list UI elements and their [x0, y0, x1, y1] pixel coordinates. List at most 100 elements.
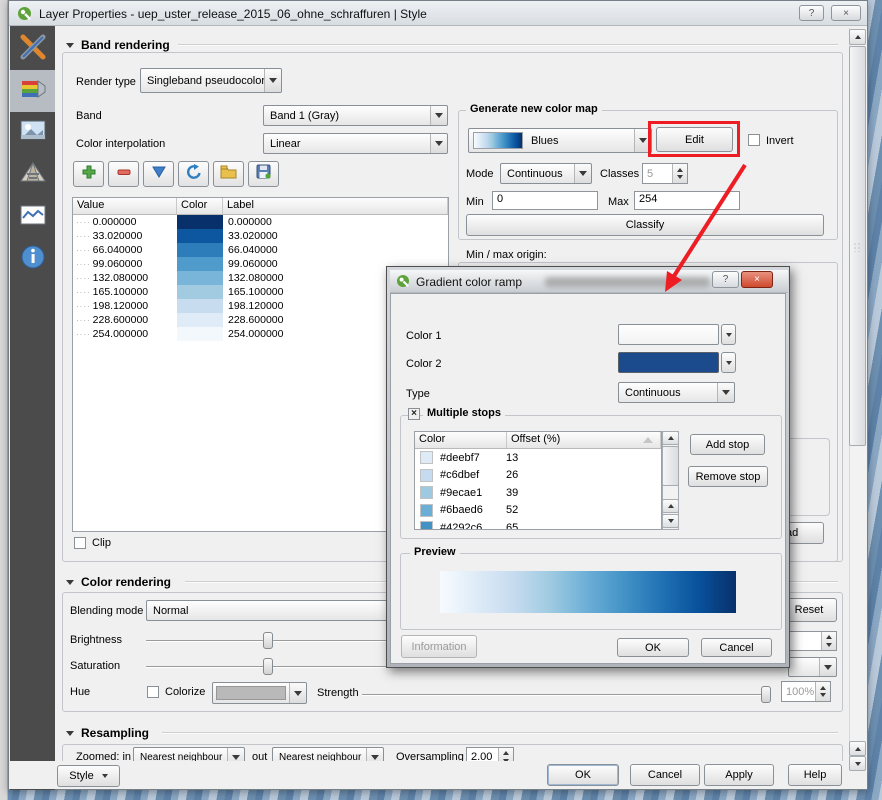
sidebar-item-style[interactable]	[10, 70, 55, 112]
color-map-row[interactable]: ····0.0000000.000000	[73, 215, 448, 229]
apply-button[interactable]: Apply	[704, 764, 774, 786]
color-swatch[interactable]	[177, 285, 223, 299]
colorize-checkbox[interactable]	[147, 686, 159, 698]
stop-row[interactable]: #c6dbef26	[415, 467, 661, 485]
cancel-button[interactable]: Cancel	[630, 764, 700, 786]
stops-table-header[interactable]: Color Offset (%)	[415, 432, 661, 449]
stop-row[interactable]: #4292c665	[415, 519, 661, 530]
scrollbar-thumb[interactable]	[849, 46, 866, 446]
spin-down-icon[interactable]	[820, 693, 826, 697]
scroll-up2-button[interactable]	[849, 741, 866, 756]
dialog-close-button[interactable]: ×	[741, 271, 773, 288]
brightness-spinner[interactable]	[788, 631, 837, 651]
stop-color-swatch[interactable]	[420, 486, 433, 499]
stop-color-swatch[interactable]	[420, 469, 433, 482]
strength-slider[interactable]	[362, 694, 770, 696]
spin-up-icon[interactable]	[820, 686, 826, 690]
add-stop-button[interactable]: Add stop	[690, 434, 765, 455]
scroll-up-button[interactable]	[849, 29, 866, 45]
type-combo[interactable]: Continuous	[618, 382, 735, 403]
add-entry-button[interactable]	[73, 161, 104, 187]
color-swatch[interactable]	[177, 271, 223, 285]
dialog-help-button[interactable]: ?	[712, 271, 739, 288]
color-map-table-header[interactable]: Value Color Label	[73, 198, 448, 215]
ok-button[interactable]: OK	[547, 764, 619, 786]
min-input[interactable]: 0	[492, 191, 598, 210]
stop-row[interactable]: #6baed652	[415, 502, 661, 520]
stop-color-swatch[interactable]	[420, 451, 433, 464]
window-help-button[interactable]: ?	[799, 5, 824, 21]
stops-scroll-thumb[interactable]	[662, 446, 679, 486]
color-map-row[interactable]: ····33.02000033.020000	[73, 229, 448, 243]
max-input[interactable]: 254	[634, 191, 740, 210]
sidebar-item-pyramids[interactable]	[10, 154, 55, 196]
spin-down-icon[interactable]	[677, 175, 683, 179]
stops-scroll-down[interactable]	[662, 514, 679, 528]
header-color[interactable]: Color	[415, 432, 507, 448]
stop-row[interactable]: #deebf713	[415, 449, 661, 467]
dialog-cancel-button[interactable]: Cancel	[701, 638, 772, 657]
sidebar-item-general[interactable]	[10, 28, 55, 70]
scroll-down-button[interactable]	[849, 756, 866, 771]
spin-up-icon[interactable]	[677, 168, 683, 172]
color-swatch[interactable]	[177, 229, 223, 243]
stop-row[interactable]: #9ecae139	[415, 484, 661, 502]
clip-checkbox[interactable]	[74, 537, 86, 549]
saturation-slider-thumb[interactable]	[263, 658, 273, 675]
color2-dropdown-button[interactable]	[721, 352, 736, 373]
color-ramp-combo[interactable]: Blues	[468, 128, 652, 153]
spin-up-icon[interactable]	[503, 751, 509, 755]
colorize-color-swatch[interactable]	[212, 682, 307, 704]
color-swatch[interactable]	[177, 215, 223, 229]
save-button[interactable]	[248, 161, 279, 187]
resampling-header[interactable]: Resampling	[66, 726, 149, 740]
window-close-button[interactable]: ×	[831, 5, 861, 21]
sidebar-item-transparency[interactable]	[10, 112, 55, 154]
color-rendering-header[interactable]: Color rendering	[66, 575, 171, 589]
strength-slider-thumb[interactable]	[761, 686, 771, 703]
spin-down-icon[interactable]	[826, 643, 832, 647]
stops-table[interactable]: Color Offset (%) #deebf713#c6dbef26#9eca…	[414, 431, 662, 530]
help-button[interactable]: Help	[788, 764, 842, 786]
header-value[interactable]: Value	[73, 198, 177, 214]
color-swatch[interactable]	[177, 257, 223, 271]
header-color[interactable]: Color	[177, 198, 223, 214]
open-folder-button[interactable]	[213, 161, 244, 187]
spin-up-icon[interactable]	[826, 635, 832, 639]
multiple-stops-checkbox[interactable]: ×	[408, 408, 420, 420]
invert-checkbox[interactable]	[748, 134, 760, 146]
information-button[interactable]: Information	[401, 635, 477, 658]
color-map-row[interactable]: ····66.04000066.040000	[73, 243, 448, 257]
color-swatch[interactable]	[177, 299, 223, 313]
stop-color-swatch[interactable]	[420, 521, 433, 530]
color2-swatch[interactable]	[618, 352, 719, 373]
refresh-button[interactable]	[178, 161, 209, 187]
stop-color-swatch[interactable]	[420, 504, 433, 517]
classify-button[interactable]: Classify	[466, 214, 824, 236]
sort-button[interactable]	[143, 161, 174, 187]
color-swatch[interactable]	[177, 313, 223, 327]
sidebar-item-histogram[interactable]	[10, 196, 55, 238]
color-swatch[interactable]	[177, 327, 223, 341]
remove-stop-button[interactable]: Remove stop	[688, 466, 768, 487]
color-swatch[interactable]	[177, 243, 223, 257]
dialog-ok-button[interactable]: OK	[617, 638, 689, 657]
strength-spinner[interactable]: 100%	[781, 681, 831, 702]
color1-dropdown-button[interactable]	[721, 324, 736, 345]
brightness-slider-thumb[interactable]	[263, 632, 273, 649]
stops-scroll-up[interactable]	[662, 431, 679, 445]
style-menu-button[interactable]: Style	[57, 765, 120, 787]
main-titlebar[interactable]: Layer Properties - uep_uster_release_201…	[9, 1, 867, 26]
saturation-spinner[interactable]	[788, 657, 837, 677]
stops-scroll-up2[interactable]	[662, 499, 679, 513]
band-rendering-header[interactable]: Band rendering	[66, 38, 170, 52]
header-offset[interactable]: Offset (%)	[507, 432, 661, 448]
mode-combo[interactable]: Continuous	[500, 163, 592, 184]
color1-swatch[interactable]	[618, 324, 719, 345]
color-interpolation-combo[interactable]: Linear	[263, 133, 448, 154]
classes-spinner[interactable]: 5	[642, 163, 688, 184]
render-type-combo[interactable]: Singleband pseudocolor	[140, 68, 282, 93]
header-label[interactable]: Label	[223, 198, 448, 214]
remove-entry-button[interactable]	[108, 161, 139, 187]
sidebar-item-metadata[interactable]	[10, 238, 55, 280]
